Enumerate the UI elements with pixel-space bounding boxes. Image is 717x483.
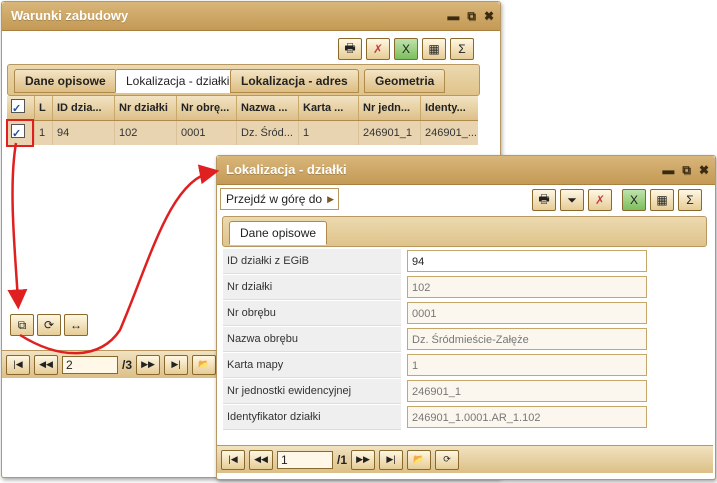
folder-icon[interactable]: 📂 [407,449,432,470]
cell-nr-jednostki: 246901_1 [359,121,421,145]
field-karta-mapy[interactable]: 1 [407,354,647,376]
field-label: Nr obrębu [223,301,401,326]
field-label: Nr jednostki ewidencyjnej [223,379,401,404]
cell-nr-dzialki: 102 [115,121,177,145]
select-all-checkbox[interactable] [7,96,35,120]
field-row: Nr jednostki ewidencyjnej 246901_1 [223,379,703,405]
print-icon[interactable]: 🖶 [338,38,362,60]
sum-icon[interactable]: Σ [450,38,474,60]
field-nr-jednostki[interactable]: 246901_1 [407,380,647,402]
detail-pager: |◀ ◀◀ 1 /1 ▶▶ ▶| 📂 ⟳ [217,445,713,473]
popout-icon[interactable]: ⧉ [467,2,476,30]
prev-page-button[interactable]: ◀◀ [34,354,58,375]
field-label: Nazwa obrębu [223,327,401,352]
refresh-icon[interactable]: ⟳ [435,449,460,470]
page-total: /1 [337,452,348,467]
col-header-l[interactable]: L [35,96,53,120]
field-row: Karta mapy 1 [223,353,703,379]
col-header-id[interactable]: ID dzia... [53,96,115,120]
clear-filter-icon[interactable]: ✗ [366,38,390,60]
excel-export-icon[interactable]: X [394,38,418,60]
print-icon[interactable]: 🖶 [532,189,556,211]
close-icon[interactable]: ✖ [699,156,709,184]
cell-id: 94 [53,121,115,145]
main-window-title: Warunki zabudowy [11,8,129,23]
filter-icon[interactable]: ⏷ [560,189,584,211]
detail-tabs: Dane opisowe [222,216,707,247]
minimize-icon[interactable]: ▬ [447,2,459,30]
page-input[interactable]: 1 [277,450,333,469]
tab-geometria[interactable]: Geometria [364,69,446,93]
col-header-karta[interactable]: Karta ... [299,96,359,120]
col-header-identyfikator[interactable]: Identy... [421,96,478,120]
next-page-button[interactable]: ▶▶ [351,449,376,470]
detail-window-title: Lokalizacja - działki [226,162,347,177]
first-page-button[interactable]: |◀ [6,354,30,375]
columns-icon[interactable]: ▦ [650,189,674,211]
field-row: Nazwa obrębu Dz. Śródmieście-Załęże [223,327,703,353]
minimize-icon[interactable]: ▬ [662,156,674,184]
clear-filter-icon[interactable]: ✗ [588,189,612,211]
close-icon[interactable]: ✖ [484,2,494,30]
detail-window-titlebar[interactable]: Lokalizacja - działki ▬ ⧉ ✖ [217,156,715,185]
field-row: ID działki z EGiB 94 [223,249,703,275]
detail-toolbar: 🖶 ⏷ ✗ X ▦ Σ [532,189,702,215]
main-toolbar: 🖶 ✗ X ▦ Σ [338,38,474,64]
grid-header: L ID dzia... Nr działki Nr obrę... Nazwa… [7,96,478,121]
cell-nr-obrebu: 0001 [177,121,237,145]
first-page-button[interactable]: |◀ [221,449,245,470]
main-window-titlebar[interactable]: Warunki zabudowy ▬ ⧉ ✖ [2,2,500,31]
cell-l: 1 [35,121,53,145]
excel-export-icon[interactable]: X [622,189,646,211]
field-label: ID działki z EGiB [223,249,401,274]
columns-icon[interactable]: ▦ [422,38,446,60]
tab-lokalizacja-dzialki[interactable]: Lokalizacja - działki [115,69,241,93]
field-id-dzialki[interactable]: 94 [407,250,647,272]
detail-window: Lokalizacja - działki ▬ ⧉ ✖ Przejdź w gó… [216,155,716,480]
row-actions: ⧉ ⟳ ↔ [10,314,88,336]
refresh-icon[interactable]: ⟳ [37,314,61,336]
col-header-nr-obrebu[interactable]: Nr obrę... [177,96,237,120]
tab-lokalizacja-adres[interactable]: Lokalizacja - adres [230,69,359,93]
field-nr-dzialki[interactable]: 102 [407,276,647,298]
last-page-button[interactable]: ▶| [164,354,189,375]
prev-page-button[interactable]: ◀◀ [249,449,273,470]
col-header-nazwa[interactable]: Nazwa ... [237,96,299,120]
field-nazwa-obrebu[interactable]: Dz. Śródmieście-Załęże [407,328,647,350]
col-header-nr-dzialki[interactable]: Nr działki [115,96,177,120]
cell-nazwa: Dz. Śród... [237,121,299,145]
next-page-button[interactable]: ▶▶ [136,354,161,375]
tab-dane-opisowe[interactable]: Dane opisowe [14,69,117,93]
goto-up-label: Przejdź w górę do [226,192,323,206]
goto-up-button[interactable]: Przejdź w górę do ▶ [220,188,340,210]
tab-dane-opisowe[interactable]: Dane opisowe [229,221,328,245]
field-label: Identyfikator działki [223,405,401,430]
page-total: /3 [122,357,133,372]
cell-karta: 1 [299,121,359,145]
field-label: Nr działki [223,275,401,300]
field-label: Karta mapy [223,353,401,378]
checkbox-highlight [6,119,34,147]
chevron-right-icon: ▶ [327,194,335,204]
table-row[interactable]: 1 94 102 0001 Dz. Śród... 1 246901_1 246… [7,121,478,145]
col-header-nr-jednostki[interactable]: Nr jedn... [359,96,421,120]
last-page-button[interactable]: ▶| [379,449,404,470]
field-row: Identyfikator działki 246901_1.0001.AR_1… [223,405,703,431]
field-row: Nr działki 102 [223,275,703,301]
field-identyfikator[interactable]: 246901_1.0001.AR_1.102 [407,406,647,428]
folder-icon[interactable]: 📂 [192,354,217,375]
open-detail-icon[interactable]: ⧉ [10,314,34,336]
resize-icon[interactable]: ↔ [64,314,88,336]
field-row: Nr obrębu 0001 [223,301,703,327]
field-nr-obrebu[interactable]: 0001 [407,302,647,324]
page-input[interactable]: 2 [62,355,118,374]
sum-icon[interactable]: Σ [678,189,702,211]
main-tabs: Dane opisowe Lokalizacja - działki Lokal… [7,64,480,96]
cell-identyfikator: 246901_... [425,127,477,139]
popout-icon[interactable]: ⧉ [682,156,691,184]
